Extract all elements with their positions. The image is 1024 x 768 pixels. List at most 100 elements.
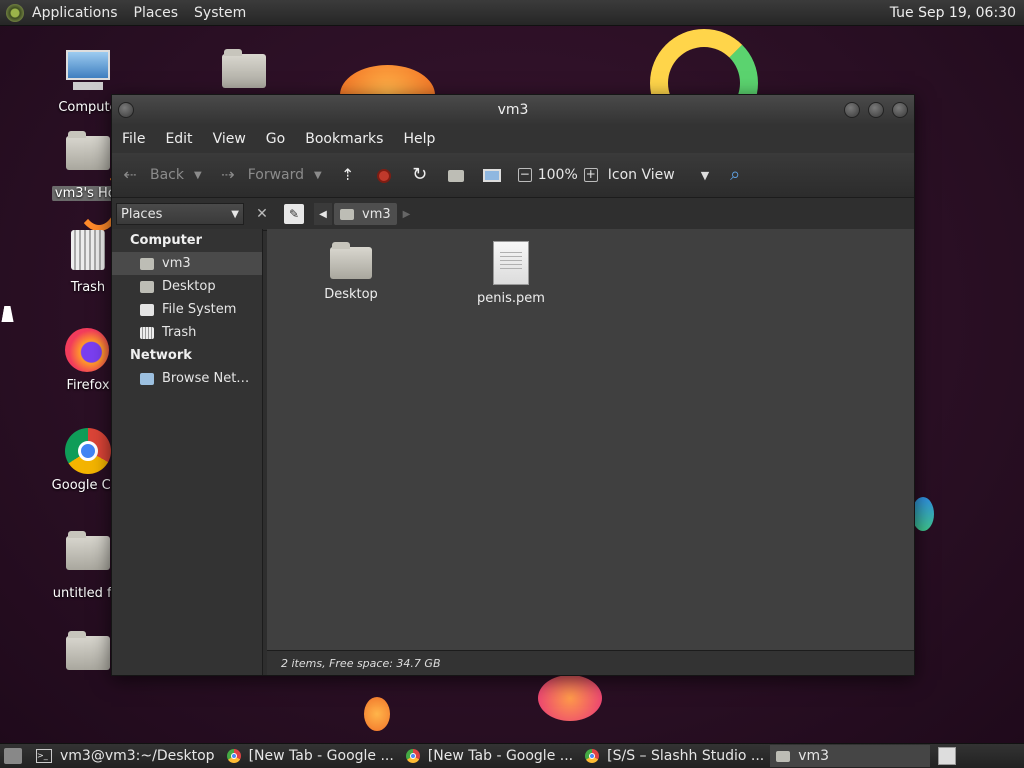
window-title: vm3 [497, 102, 529, 118]
close-sidebar-icon[interactable]: ✕ [252, 206, 272, 222]
task-terminal[interactable]: >_ vm3@vm3:~/Desktop [30, 745, 221, 767]
file-item-pem[interactable]: penis.pem [461, 241, 561, 306]
task-chrome-3[interactable]: [S/S – Slashh Studio ... [579, 745, 770, 767]
decorative-blob [538, 675, 602, 721]
breadcrumb-label: vm3 [362, 206, 391, 222]
distro-logo-icon[interactable] [6, 3, 24, 22]
home-icon [140, 257, 154, 270]
zoom-in-icon: + [583, 167, 598, 182]
back-label: Back [150, 167, 184, 183]
chrome-icon [65, 428, 111, 474]
task-label: [S/S – Slashh Studio ... [607, 748, 765, 764]
back-button[interactable]: ⇠ Back ▼ [120, 165, 202, 185]
task-label: [New Tab - Google ... [248, 748, 394, 764]
sidebar-item-browse-network[interactable]: Browse Net… [112, 367, 262, 390]
reload-button[interactable]: ↻ [410, 165, 430, 185]
up-button[interactable]: ⇡ [338, 165, 358, 185]
sidebar-item-trash[interactable]: Trash [112, 321, 262, 344]
forward-button[interactable]: ⇢ Forward ▼ [218, 165, 322, 185]
sidebar-item-label: Trash [162, 325, 197, 340]
zoom-out-button[interactable]: − [517, 167, 532, 182]
applications-menu[interactable]: Applications [24, 5, 126, 21]
up-arrow-icon: ⇡ [341, 165, 355, 184]
maximize-button[interactable] [868, 102, 884, 118]
path-right-arrow-icon[interactable]: ▶ [403, 209, 411, 220]
sidebar-header-network: Network [130, 348, 192, 363]
sidebar-item-label: vm3 [162, 256, 191, 271]
menu-file[interactable]: File [112, 131, 155, 147]
back-arrow-icon: ⇠ [123, 165, 137, 184]
task-label: vm3 [798, 748, 830, 764]
chevron-down-icon: ▼ [231, 208, 239, 220]
chrome-icon [405, 749, 420, 763]
breadcrumb-vm3[interactable]: vm3 [334, 203, 397, 225]
task-chrome-2[interactable]: [New Tab - Google ... [400, 745, 579, 767]
menu-help[interactable]: Help [393, 131, 445, 147]
show-desktop-icon[interactable] [4, 748, 22, 764]
menubar: File Edit View Go Bookmarks Help [112, 125, 914, 153]
forward-label: Forward [247, 167, 305, 183]
text-file-icon [493, 241, 529, 285]
computer-button[interactable] [482, 165, 502, 185]
window-titlebar[interactable]: vm3 [112, 95, 914, 125]
drive-icon [140, 303, 154, 316]
menu-view[interactable]: View [203, 131, 256, 147]
firefox-icon [65, 328, 111, 374]
file-item-desktop[interactable]: Desktop [301, 241, 401, 302]
home-button[interactable] [446, 165, 466, 185]
view-mode-label: Icon View [607, 167, 675, 183]
sidebar-item-file-system[interactable]: File System [112, 298, 262, 321]
trash-icon [65, 230, 111, 276]
search-button[interactable]: ⌕ [725, 165, 745, 185]
places-menu[interactable]: Places [126, 5, 187, 21]
task-file-manager[interactable]: vm3 [770, 745, 931, 767]
file-view[interactable]: Desktop penis.pem [267, 229, 914, 651]
zoom-out-icon: − [517, 167, 532, 182]
task-label: vm3@vm3:~/Desktop [60, 748, 215, 764]
menu-bookmarks[interactable]: Bookmarks [295, 131, 393, 147]
file-manager-window: vm3 File Edit View Go Bookmarks Help ⇠ B… [111, 94, 915, 676]
home-icon [446, 165, 466, 185]
forward-arrow-icon: ⇢ [221, 165, 235, 184]
reload-icon: ↻ [412, 164, 428, 185]
computer-icon [65, 50, 111, 96]
location-bar: Places ▼ ✕ ✎ ◀ vm3 ▶ [112, 198, 914, 231]
zoom-level[interactable]: 100% [538, 167, 578, 183]
zoom-in-button[interactable]: + [583, 167, 598, 182]
folder-icon [65, 631, 111, 682]
places-sidebar: Computer vm3 Desktop File System Trash N… [112, 229, 263, 675]
bottom-taskbar: >_ vm3@vm3:~/Desktop [New Tab - Google .… [0, 743, 1024, 768]
search-icon: ⌕ [730, 164, 741, 185]
sidebar-item-desktop[interactable]: Desktop [112, 275, 262, 298]
decorative-blob [364, 697, 390, 731]
workspace-switcher[interactable] [938, 747, 956, 765]
sidebar-type-label: Places [121, 206, 163, 222]
view-mode-select[interactable]: Icon View ▼ [608, 167, 709, 183]
forward-history-dropdown-icon[interactable]: ▼ [314, 170, 322, 181]
menu-go[interactable]: Go [256, 131, 295, 147]
task-label: [New Tab - Google ... [427, 748, 574, 764]
chevron-down-icon: ▼ [700, 168, 710, 182]
home-folder-icon [65, 131, 111, 182]
clock[interactable]: Tue Sep 19, 06:30 [890, 5, 1024, 21]
sidebar-item-label: File System [162, 302, 237, 317]
chrome-icon [585, 749, 600, 763]
decorative-blob [912, 497, 934, 531]
close-button[interactable] [892, 102, 908, 118]
stop-button[interactable] [374, 165, 394, 185]
task-chrome-1[interactable]: [New Tab - Google ... [221, 745, 400, 767]
sidebar-item-vm3[interactable]: vm3 [112, 252, 262, 275]
path-left-arrow-icon[interactable]: ◀ [314, 203, 332, 225]
sidebar-type-select[interactable]: Places ▼ [116, 203, 244, 225]
home-icon [340, 208, 354, 220]
desktop-folder-icon [140, 280, 154, 293]
back-history-dropdown-icon[interactable]: ▼ [194, 170, 202, 181]
sidebar-item-label: Desktop [162, 279, 216, 294]
system-menu[interactable]: System [186, 5, 254, 21]
network-icon [140, 372, 154, 385]
minimize-button[interactable] [844, 102, 860, 118]
edit-location-icon[interactable]: ✎ [284, 204, 304, 224]
folder-icon [330, 242, 372, 279]
menu-edit[interactable]: Edit [155, 131, 202, 147]
computer-icon [482, 165, 502, 185]
